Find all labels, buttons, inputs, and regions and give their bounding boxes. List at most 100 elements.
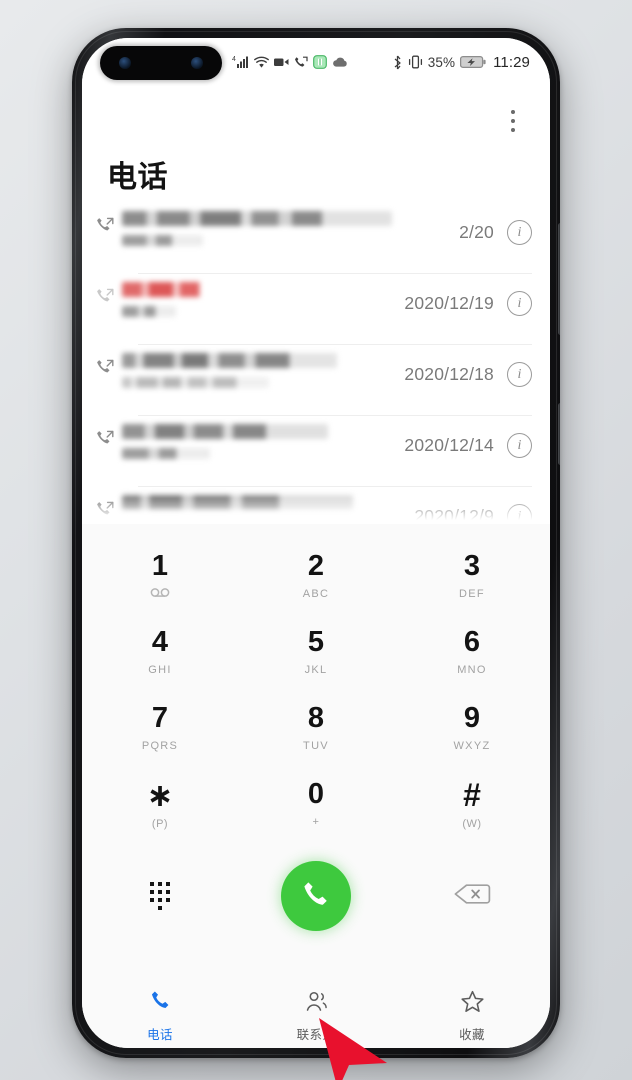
call-log-row[interactable]: 2020/12/19 i <box>82 273 550 344</box>
call-log-list[interactable]: 2/20 i 2020/12/19 i 2020/12/18 i 2020/12… <box>82 202 550 524</box>
key-digit: 0 <box>307 778 325 810</box>
key-letters: MNO <box>457 664 487 676</box>
dialpad-keys: 1 2 ABC 3 DEF 4 GHI 5 JKL 6 MNO 7 PQRS 8… <box>82 538 550 842</box>
redacted-contact-name <box>122 211 392 226</box>
redacted-contact-name <box>122 424 329 439</box>
status-bar-left-icons: 4 <box>232 38 348 86</box>
call-button[interactable] <box>238 861 394 931</box>
vibrate-icon <box>408 55 423 69</box>
call-log-contact <box>122 202 459 246</box>
camera-lens-right <box>191 57 203 69</box>
battery-charging-icon <box>460 55 486 69</box>
key-digit: 8 <box>307 702 325 734</box>
call-log-meta: 2/20 i <box>459 202 532 245</box>
status-bar: 4 35% 11:29 <box>82 38 550 86</box>
dialpad-key-6[interactable]: 6 MNO <box>394 614 550 690</box>
more-options-button[interactable] <box>498 102 528 140</box>
nav-tab-favorites[interactable]: 收藏 <box>394 989 550 1043</box>
nav-tab-contacts[interactable]: 联系人 <box>238 989 394 1043</box>
hide-keypad-button[interactable] <box>82 882 238 910</box>
wifi-icon <box>254 56 269 69</box>
call-log-date: 2020/12/18 <box>404 364 494 384</box>
call-log-date: 2020/12/9 <box>414 506 494 524</box>
key-digit: ∗ <box>146 776 174 813</box>
key-letters: (W) <box>462 817 482 830</box>
power-button[interactable] <box>558 403 560 465</box>
call-log-date: 2020/12/14 <box>404 435 494 455</box>
key-digit: 3 <box>463 550 481 582</box>
video-call-icon <box>274 56 289 68</box>
voicemail-icon <box>150 588 170 600</box>
key-digit: 7 <box>151 702 169 734</box>
dot <box>158 882 162 886</box>
status-bar-clock: 11:29 <box>493 53 530 71</box>
call-log-row[interactable]: 2/20 i <box>82 202 550 273</box>
key-digit: 9 <box>463 702 481 734</box>
call-details-button[interactable]: i <box>507 433 532 458</box>
call-log-meta: 2020/12/9 i <box>414 486 532 524</box>
key-letters: WXYZ <box>453 740 491 752</box>
page-title: 电话 <box>107 161 168 194</box>
nav-tab-contacts-label: 联系人 <box>296 1028 336 1042</box>
svg-text:4: 4 <box>232 56 236 63</box>
phone-screen: 4 35% 11:29 电话 2/20 i 2020/12/19 i 2020/… <box>82 38 550 1048</box>
call-log-contact <box>122 273 404 317</box>
call-log-contact <box>122 486 414 519</box>
call-icon <box>281 861 351 931</box>
camera-lens-left <box>119 57 131 69</box>
dialpad-key-7[interactable]: 7 PQRS <box>82 690 238 766</box>
outgoing-call-icon <box>96 486 122 524</box>
call-log-row[interactable]: 2020/12/18 i <box>82 344 550 415</box>
nav-tab-phone[interactable]: 电话 <box>82 989 238 1043</box>
key-letters: JKL <box>304 664 328 676</box>
key-digit: 2 <box>307 550 325 582</box>
backspace-button[interactable] <box>394 882 550 911</box>
cloud-icon <box>332 57 348 68</box>
dialpad-key-5[interactable]: 5 JKL <box>238 614 394 690</box>
phone-icon <box>148 989 173 1019</box>
dialpad-key-8[interactable]: 8 TUV <box>238 690 394 766</box>
dialpad-key-4[interactable]: 4 GHI <box>82 614 238 690</box>
key-digit: 1 <box>151 550 169 582</box>
call-forward-icon <box>294 56 308 69</box>
outgoing-call-icon <box>96 415 122 453</box>
star-icon <box>460 989 485 1019</box>
volume-button[interactable] <box>558 223 560 335</box>
dialpad-key-1[interactable]: 1 <box>82 538 238 614</box>
call-details-button[interactable]: i <box>507 504 532 524</box>
dot <box>511 110 515 114</box>
dialpad-key-hash[interactable]: # (W) <box>394 766 550 842</box>
call-details-button[interactable]: i <box>507 362 532 387</box>
call-log-contact <box>122 344 404 388</box>
dialpad-key-star[interactable]: ∗ (P) <box>82 766 238 842</box>
dialpad-key-2[interactable]: 2 ABC <box>238 538 394 614</box>
key-letters: GHI <box>148 664 172 676</box>
dot <box>511 128 515 132</box>
call-log-date: 2/20 <box>459 222 494 242</box>
dot <box>158 898 162 902</box>
dot <box>150 890 154 894</box>
call-details-button[interactable]: i <box>507 220 532 245</box>
dot <box>150 882 154 886</box>
dialpad-key-0[interactable]: 0 + <box>238 766 394 842</box>
redacted-contact-detail <box>122 306 176 317</box>
key-digit: # <box>463 776 481 813</box>
status-bar-right-icons: 35% 11:29 <box>392 38 530 86</box>
redacted-contact-detail <box>122 448 210 459</box>
dialpad-action-row <box>82 844 550 948</box>
call-details-button[interactable]: i <box>507 291 532 316</box>
dialpad-key-3[interactable]: 3 DEF <box>394 538 550 614</box>
redacted-contact-name <box>122 495 353 510</box>
keypad-grid-icon <box>150 882 170 910</box>
dot <box>511 119 515 123</box>
call-log-row[interactable]: 2020/12/14 i <box>82 415 550 486</box>
call-log-row[interactable]: 2020/12/9 i <box>82 486 550 524</box>
backspace-icon <box>453 882 491 911</box>
dot <box>166 898 170 902</box>
redacted-contact-name <box>122 282 264 297</box>
key-letters: PQRS <box>141 740 179 752</box>
dot <box>150 898 154 902</box>
dialpad-key-9[interactable]: 9 WXYZ <box>394 690 550 766</box>
sim-icon <box>313 55 327 69</box>
outgoing-call-icon <box>96 273 122 311</box>
